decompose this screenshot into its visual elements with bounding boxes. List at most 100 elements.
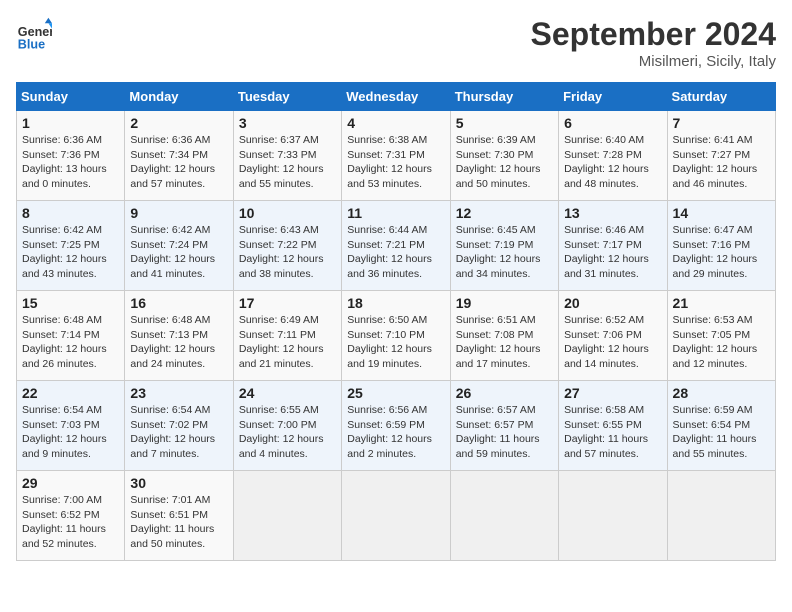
weekday-header-cell: Sunday <box>17 83 125 111</box>
day-number: 6 <box>564 115 661 131</box>
calendar-cell: 3 Sunrise: 6:37 AM Sunset: 7:33 PM Daylig… <box>233 111 341 201</box>
day-info: Sunrise: 6:39 AM Sunset: 7:30 PM Dayligh… <box>456 133 553 192</box>
page-header: General Blue September 2024 Misilmeri, S… <box>16 16 776 70</box>
calendar-cell: 25 Sunrise: 6:56 AM Sunset: 6:59 PM Dayli… <box>342 381 450 471</box>
day-number: 1 <box>22 115 119 131</box>
calendar-cell: 2 Sunrise: 6:36 AM Sunset: 7:34 PM Daylig… <box>125 111 233 201</box>
day-info: Sunrise: 7:00 AM Sunset: 6:52 PM Dayligh… <box>22 493 119 552</box>
day-info: Sunrise: 6:37 AM Sunset: 7:33 PM Dayligh… <box>239 133 336 192</box>
day-number: 11 <box>347 205 444 221</box>
day-number: 19 <box>456 295 553 311</box>
day-number: 18 <box>347 295 444 311</box>
calendar-cell: 12 Sunrise: 6:45 AM Sunset: 7:19 PM Dayli… <box>450 201 558 291</box>
day-info: Sunrise: 6:54 AM Sunset: 7:03 PM Dayligh… <box>22 403 119 462</box>
day-number: 13 <box>564 205 661 221</box>
calendar-cell: 26 Sunrise: 6:57 AM Sunset: 6:57 PM Dayli… <box>450 381 558 471</box>
day-info: Sunrise: 6:48 AM Sunset: 7:13 PM Dayligh… <box>130 313 227 372</box>
day-number: 20 <box>564 295 661 311</box>
calendar-cell <box>342 471 450 561</box>
day-info: Sunrise: 6:42 AM Sunset: 7:24 PM Dayligh… <box>130 223 227 282</box>
day-info: Sunrise: 6:52 AM Sunset: 7:06 PM Dayligh… <box>564 313 661 372</box>
calendar-cell: 5 Sunrise: 6:39 AM Sunset: 7:30 PM Daylig… <box>450 111 558 201</box>
calendar-cell: 17 Sunrise: 6:49 AM Sunset: 7:11 PM Dayli… <box>233 291 341 381</box>
day-info: Sunrise: 6:58 AM Sunset: 6:55 PM Dayligh… <box>564 403 661 462</box>
day-info: Sunrise: 6:48 AM Sunset: 7:14 PM Dayligh… <box>22 313 119 372</box>
calendar-cell: 21 Sunrise: 6:53 AM Sunset: 7:05 PM Dayli… <box>667 291 775 381</box>
weekday-header-cell: Friday <box>559 83 667 111</box>
day-number: 17 <box>239 295 336 311</box>
calendar-cell: 24 Sunrise: 6:55 AM Sunset: 7:00 PM Dayli… <box>233 381 341 471</box>
calendar-week-row: 29Sunrise: 7:00 AM Sunset: 6:52 PM Dayli… <box>17 471 776 561</box>
svg-text:Blue: Blue <box>18 37 45 51</box>
calendar-cell: 29Sunrise: 7:00 AM Sunset: 6:52 PM Dayli… <box>17 471 125 561</box>
day-info: Sunrise: 6:40 AM Sunset: 7:28 PM Dayligh… <box>564 133 661 192</box>
day-number: 2 <box>130 115 227 131</box>
day-number: 9 <box>130 205 227 221</box>
calendar-cell <box>667 471 775 561</box>
calendar-cell <box>559 471 667 561</box>
day-info: Sunrise: 7:01 AM Sunset: 6:51 PM Dayligh… <box>130 493 227 552</box>
calendar-cell: 23 Sunrise: 6:54 AM Sunset: 7:02 PM Dayli… <box>125 381 233 471</box>
calendar-cell: 28Sunrise: 6:59 AM Sunset: 6:54 PM Dayli… <box>667 381 775 471</box>
calendar-cell: 15 Sunrise: 6:48 AM Sunset: 7:14 PM Dayli… <box>17 291 125 381</box>
weekday-header-cell: Monday <box>125 83 233 111</box>
day-number: 16 <box>130 295 227 311</box>
calendar-cell: 27Sunrise: 6:58 AM Sunset: 6:55 PM Dayli… <box>559 381 667 471</box>
weekday-header-cell: Wednesday <box>342 83 450 111</box>
logo: General Blue <box>16 16 52 52</box>
day-info: Sunrise: 6:47 AM Sunset: 7:16 PM Dayligh… <box>673 223 770 282</box>
day-number: 22 <box>22 385 119 401</box>
day-info: Sunrise: 6:43 AM Sunset: 7:22 PM Dayligh… <box>239 223 336 282</box>
calendar-cell: 10 Sunrise: 6:43 AM Sunset: 7:22 PM Dayli… <box>233 201 341 291</box>
day-info: Sunrise: 6:53 AM Sunset: 7:05 PM Dayligh… <box>673 313 770 372</box>
day-number: 30 <box>130 475 227 491</box>
day-number: 21 <box>673 295 770 311</box>
weekday-header-cell: Thursday <box>450 83 558 111</box>
day-number: 26 <box>456 385 553 401</box>
day-number: 3 <box>239 115 336 131</box>
calendar-cell: 1 Sunrise: 6:36 AM Sunset: 7:36 PM Daylig… <box>17 111 125 201</box>
day-info: Sunrise: 6:41 AM Sunset: 7:27 PM Dayligh… <box>673 133 770 192</box>
calendar-cell: 11 Sunrise: 6:44 AM Sunset: 7:21 PM Dayli… <box>342 201 450 291</box>
day-number: 25 <box>347 385 444 401</box>
day-info: Sunrise: 6:56 AM Sunset: 6:59 PM Dayligh… <box>347 403 444 462</box>
day-info: Sunrise: 6:50 AM Sunset: 7:10 PM Dayligh… <box>347 313 444 372</box>
logo-icon: General Blue <box>16 16 52 52</box>
calendar-cell: 4 Sunrise: 6:38 AM Sunset: 7:31 PM Daylig… <box>342 111 450 201</box>
calendar-body: 1 Sunrise: 6:36 AM Sunset: 7:36 PM Daylig… <box>17 111 776 561</box>
calendar-cell: 8Sunrise: 6:42 AM Sunset: 7:25 PM Daylig… <box>17 201 125 291</box>
calendar-cell: 13 Sunrise: 6:46 AM Sunset: 7:17 PM Dayli… <box>559 201 667 291</box>
calendar-table: SundayMondayTuesdayWednesdayThursdayFrid… <box>16 82 776 561</box>
day-number: 24 <box>239 385 336 401</box>
day-number: 7 <box>673 115 770 131</box>
day-info: Sunrise: 6:49 AM Sunset: 7:11 PM Dayligh… <box>239 313 336 372</box>
day-info: Sunrise: 6:46 AM Sunset: 7:17 PM Dayligh… <box>564 223 661 282</box>
day-info: Sunrise: 6:54 AM Sunset: 7:02 PM Dayligh… <box>130 403 227 462</box>
calendar-cell <box>233 471 341 561</box>
day-info: Sunrise: 6:57 AM Sunset: 6:57 PM Dayligh… <box>456 403 553 462</box>
calendar-cell: 9 Sunrise: 6:42 AM Sunset: 7:24 PM Daylig… <box>125 201 233 291</box>
day-info: Sunrise: 6:44 AM Sunset: 7:21 PM Dayligh… <box>347 223 444 282</box>
day-info: Sunrise: 6:42 AM Sunset: 7:25 PM Dayligh… <box>22 223 119 282</box>
day-info: Sunrise: 6:51 AM Sunset: 7:08 PM Dayligh… <box>456 313 553 372</box>
day-info: Sunrise: 6:38 AM Sunset: 7:31 PM Dayligh… <box>347 133 444 192</box>
calendar-cell: 19 Sunrise: 6:51 AM Sunset: 7:08 PM Dayli… <box>450 291 558 381</box>
day-number: 28 <box>673 385 770 401</box>
calendar-cell <box>450 471 558 561</box>
calendar-week-row: 8Sunrise: 6:42 AM Sunset: 7:25 PM Daylig… <box>17 201 776 291</box>
calendar-week-row: 15 Sunrise: 6:48 AM Sunset: 7:14 PM Dayli… <box>17 291 776 381</box>
day-number: 4 <box>347 115 444 131</box>
day-info: Sunrise: 6:36 AM Sunset: 7:34 PM Dayligh… <box>130 133 227 192</box>
calendar-cell: 30 Sunrise: 7:01 AM Sunset: 6:51 PM Dayli… <box>125 471 233 561</box>
day-info: Sunrise: 6:36 AM Sunset: 7:36 PM Dayligh… <box>22 133 119 192</box>
calendar-cell: 14Sunrise: 6:47 AM Sunset: 7:16 PM Dayli… <box>667 201 775 291</box>
month-title: September 2024 <box>531 16 776 53</box>
calendar-cell: 18 Sunrise: 6:50 AM Sunset: 7:10 PM Dayli… <box>342 291 450 381</box>
day-number: 12 <box>456 205 553 221</box>
day-number: 5 <box>456 115 553 131</box>
day-number: 10 <box>239 205 336 221</box>
day-number: 15 <box>22 295 119 311</box>
day-info: Sunrise: 6:45 AM Sunset: 7:19 PM Dayligh… <box>456 223 553 282</box>
day-number: 23 <box>130 385 227 401</box>
day-info: Sunrise: 6:55 AM Sunset: 7:00 PM Dayligh… <box>239 403 336 462</box>
